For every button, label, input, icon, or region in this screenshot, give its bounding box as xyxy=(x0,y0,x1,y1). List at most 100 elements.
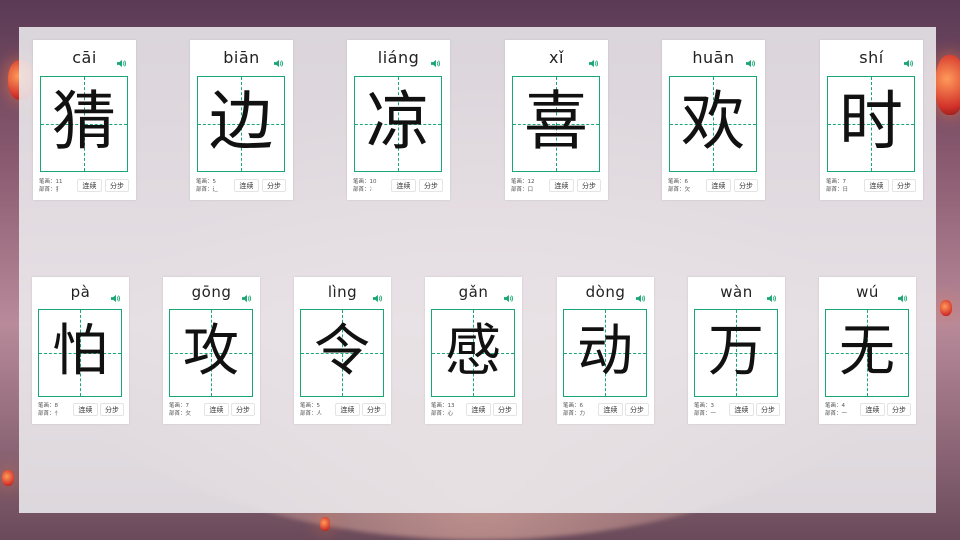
continuous-animation-button[interactable]: 连续 xyxy=(204,403,229,416)
radical: 部首：忄 xyxy=(38,411,61,417)
pinyin-row: huān xyxy=(662,40,765,72)
character-meta: 笔画：8 部首：忄 xyxy=(38,402,60,418)
continuous-animation-button[interactable]: 连续 xyxy=(729,403,754,416)
step-animation-button[interactable]: 分步 xyxy=(105,179,129,192)
continuous-animation-button[interactable]: 连续 xyxy=(73,403,98,416)
radical: 部首：犭 xyxy=(39,187,62,193)
pinyin-row: cāi xyxy=(33,40,136,72)
stroke-count: 笔画：12 xyxy=(511,179,535,185)
tian-grid: 感 xyxy=(431,309,515,397)
tian-grid: 边 xyxy=(197,76,285,172)
speaker-icon[interactable] xyxy=(117,53,126,68)
continuous-animation-button[interactable]: 连续 xyxy=(706,179,731,192)
radical: 部首：心 xyxy=(431,411,454,417)
continuous-animation-button[interactable]: 连续 xyxy=(549,179,574,192)
character-card: huān 欢 笔画：6 部首：欠 连续 分步 xyxy=(662,40,765,200)
hanzi-character: 感 xyxy=(445,318,501,384)
hanzi-character: 欢 xyxy=(681,85,745,160)
hanzi-character: 攻 xyxy=(183,318,239,384)
pinyin-row: lìng xyxy=(294,277,391,309)
speaker-icon[interactable] xyxy=(242,288,251,303)
pinyin-row: gōng xyxy=(163,277,260,309)
speaker-icon[interactable] xyxy=(373,288,382,303)
radical: 部首：欠 xyxy=(668,187,691,193)
continuous-animation-button[interactable]: 连续 xyxy=(598,403,623,416)
speaker-icon[interactable] xyxy=(274,53,283,68)
stroke-count: 笔画：5 xyxy=(300,403,321,409)
radical: 部首：一 xyxy=(825,411,848,417)
speaker-icon[interactable] xyxy=(431,53,440,68)
step-animation-button[interactable]: 分步 xyxy=(887,403,911,416)
character-card: gǎn 感 笔画：13 部首：心 连续 分步 xyxy=(425,277,522,424)
speaker-icon[interactable] xyxy=(589,53,598,68)
tian-grid: 凉 xyxy=(354,76,442,172)
step-animation-button[interactable]: 分步 xyxy=(625,403,649,416)
continuous-animation-button[interactable]: 连续 xyxy=(234,179,259,192)
character-meta: 笔画：7 部首：日 xyxy=(826,178,848,194)
character-meta: 笔画：11 部首：犭 xyxy=(39,178,63,194)
character-meta: 笔画：4 部首：一 xyxy=(825,402,847,418)
continuous-animation-button[interactable]: 连续 xyxy=(466,403,491,416)
stroke-count: 笔画：7 xyxy=(826,179,847,185)
pinyin-row: pà xyxy=(32,277,129,309)
content-panel xyxy=(19,27,936,513)
character-card: dòng 动 笔画：6 部首：力 连续 分步 xyxy=(557,277,654,424)
pinyin-row: wàn xyxy=(688,277,785,309)
character-card: cāi 猜 笔画：11 部首：犭 连续 分步 xyxy=(33,40,136,200)
speaker-icon[interactable] xyxy=(636,288,645,303)
continuous-animation-button[interactable]: 连续 xyxy=(860,403,885,416)
speaker-icon[interactable] xyxy=(504,288,513,303)
step-animation-button[interactable]: 分步 xyxy=(262,179,286,192)
stroke-count: 笔画：7 xyxy=(169,403,190,409)
stroke-count: 笔画：6 xyxy=(668,179,689,185)
radical: 部首：一 xyxy=(694,411,717,417)
speaker-icon[interactable] xyxy=(904,53,913,68)
continuous-animation-button[interactable]: 连续 xyxy=(77,179,102,192)
character-meta: 笔画：6 部首：欠 xyxy=(668,178,690,194)
tian-grid: 万 xyxy=(694,309,778,397)
step-animation-button[interactable]: 分步 xyxy=(100,403,124,416)
pinyin-row: xǐ xyxy=(505,40,608,72)
continuous-animation-button[interactable]: 连续 xyxy=(391,179,416,192)
tian-grid: 喜 xyxy=(512,76,600,172)
radical: 部首：力 xyxy=(563,411,586,417)
character-meta: 笔画：7 部首：攵 xyxy=(169,402,191,418)
continuous-animation-button[interactable]: 连续 xyxy=(864,179,889,192)
hanzi-character: 令 xyxy=(314,318,370,384)
radical: 部首：辶 xyxy=(196,187,219,193)
stroke-count: 笔画：5 xyxy=(196,179,217,185)
step-animation-button[interactable]: 分步 xyxy=(362,403,386,416)
step-animation-button[interactable]: 分步 xyxy=(493,403,517,416)
character-card: shí 时 笔画：7 部首：日 连续 分步 xyxy=(820,40,923,200)
character-meta: 笔画：5 部首：辶 xyxy=(196,178,218,194)
radical: 部首：攵 xyxy=(169,411,192,417)
step-animation-button[interactable]: 分步 xyxy=(756,403,780,416)
character-card: xǐ 喜 笔画：12 部首：口 连续 分步 xyxy=(505,40,608,200)
step-animation-button[interactable]: 分步 xyxy=(231,403,255,416)
speaker-icon[interactable] xyxy=(746,53,755,68)
tian-grid: 时 xyxy=(827,76,915,172)
speaker-icon[interactable] xyxy=(767,288,776,303)
pinyin-row: biān xyxy=(190,40,293,72)
step-animation-button[interactable]: 分步 xyxy=(419,179,443,192)
step-animation-button[interactable]: 分步 xyxy=(577,179,601,192)
hanzi-character: 怕 xyxy=(52,318,108,384)
stroke-count: 笔画：11 xyxy=(39,179,63,185)
radical: 部首：人 xyxy=(300,411,323,417)
character-card: liáng 凉 笔画：10 部首：冫 连续 分步 xyxy=(347,40,450,200)
tian-grid: 猜 xyxy=(40,76,128,172)
hanzi-character: 猜 xyxy=(52,85,116,160)
continuous-animation-button[interactable]: 连续 xyxy=(335,403,360,416)
pinyin-row: gǎn xyxy=(425,277,522,309)
radical: 部首：口 xyxy=(511,187,534,193)
step-animation-button[interactable]: 分步 xyxy=(892,179,916,192)
character-meta: 笔画：10 部首：冫 xyxy=(353,178,377,194)
pinyin-row: liáng xyxy=(347,40,450,72)
character-card: biān 边 笔画：5 部首：辶 连续 分步 xyxy=(190,40,293,200)
tian-grid: 欢 xyxy=(669,76,757,172)
step-animation-button[interactable]: 分步 xyxy=(734,179,758,192)
speaker-icon[interactable] xyxy=(111,288,120,303)
speaker-icon[interactable] xyxy=(898,288,907,303)
pinyin-row: shí xyxy=(820,40,923,72)
hanzi-character: 万 xyxy=(708,318,764,384)
